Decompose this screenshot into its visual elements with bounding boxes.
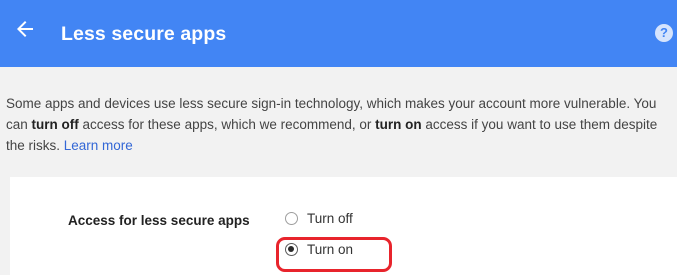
turn-on-option[interactable]: Turn on: [285, 242, 353, 257]
turn-off-label: Turn off: [307, 211, 353, 226]
settings-card: Access for less secure apps Turn off Tur…: [10, 177, 677, 275]
turn-off-radio[interactable]: [285, 212, 298, 225]
app-header: Less secure apps ?: [0, 0, 677, 67]
turn-on-emphasis: turn on: [375, 117, 422, 132]
turn-on-radio[interactable]: [285, 243, 298, 256]
page: Less secure apps ? Some apps and devices…: [0, 0, 677, 275]
turn-off-emphasis: turn off: [31, 117, 79, 132]
page-title: Less secure apps: [61, 23, 227, 45]
description-text: Some apps and devices use less secure si…: [6, 93, 674, 156]
setting-label: Access for less secure apps: [68, 213, 250, 228]
description-part: access for these apps, which we recommen…: [78, 117, 376, 132]
learn-more-link[interactable]: Learn more: [64, 138, 133, 153]
turn-on-label: Turn on: [307, 242, 354, 257]
turn-off-option[interactable]: Turn off: [285, 211, 353, 226]
help-icon[interactable]: ?: [655, 24, 673, 42]
back-arrow-icon[interactable]: [13, 17, 37, 41]
